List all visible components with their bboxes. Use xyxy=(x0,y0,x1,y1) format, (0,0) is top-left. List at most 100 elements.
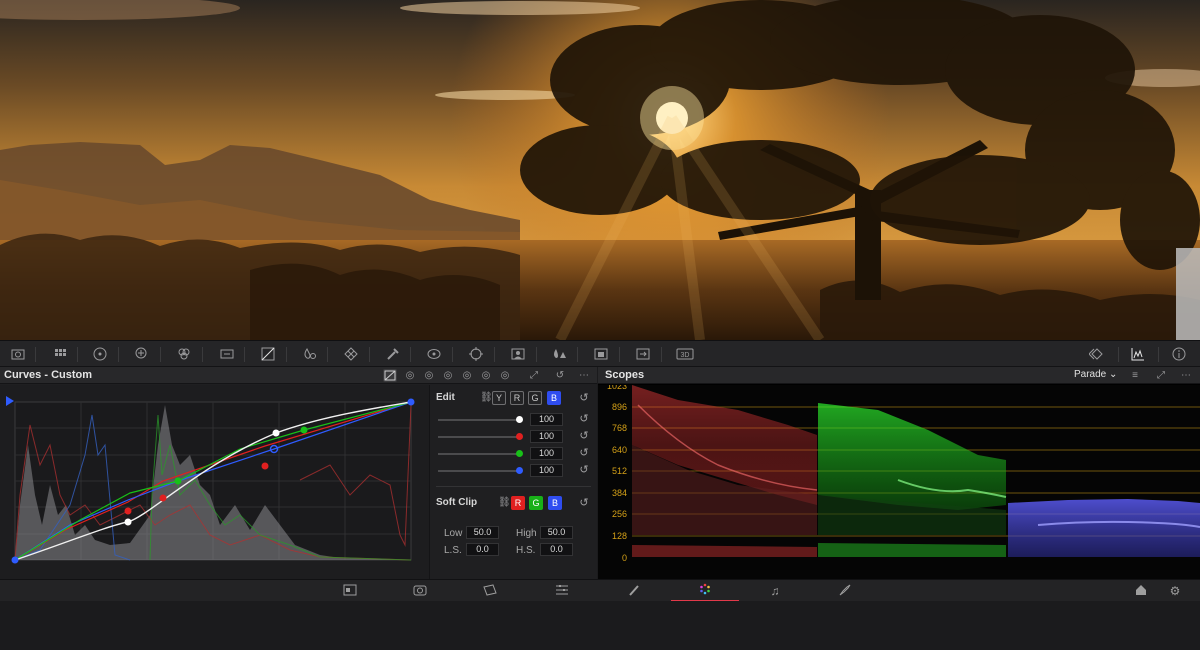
link-icon[interactable]: ⛓ xyxy=(480,392,493,404)
soft-clip-link-icon[interactable]: ⛓ xyxy=(498,497,511,509)
hs-field[interactable]: 0.0 xyxy=(540,543,573,556)
r-intensity-slider[interactable] xyxy=(438,436,522,438)
window-icon[interactable] xyxy=(426,346,442,362)
scope-mode-dropdown[interactable]: Parade ⌄ xyxy=(1074,369,1117,380)
curve-editor[interactable] xyxy=(0,385,430,579)
r-intensity-field[interactable]: 100 xyxy=(530,430,563,443)
qualifier-icon[interactable] xyxy=(343,346,359,362)
reset-y-icon[interactable]: ↺ xyxy=(578,413,590,425)
g-intensity-slider[interactable] xyxy=(438,453,522,455)
blur-icon[interactable] xyxy=(551,346,567,362)
scopes-header: Scopes Parade ⌄ ≡ ⤢ ⋯ xyxy=(598,367,1200,384)
y-slider-knob[interactable] xyxy=(516,416,523,423)
hue-vs-sat-icon[interactable]: ◎ xyxy=(422,369,436,382)
color-page-icon xyxy=(698,582,712,599)
ls-field[interactable]: 0.0 xyxy=(466,543,499,556)
fusion-page-button[interactable] xyxy=(600,580,668,602)
hue-vs-hue-icon[interactable]: ◎ xyxy=(403,369,417,382)
fairlight-page-button[interactable]: ♫ xyxy=(741,580,809,602)
color-warper-icon[interactable] xyxy=(301,346,317,362)
b-slider-knob[interactable] xyxy=(516,467,523,474)
high-label: High xyxy=(516,528,537,539)
edit-label: Edit xyxy=(436,392,455,403)
svg-text:3D: 3D xyxy=(681,352,690,359)
sat-vs-sat-icon[interactable]: ◎ xyxy=(479,369,493,382)
sizing-icon[interactable] xyxy=(635,346,651,362)
hue-vs-lum-icon[interactable]: ◎ xyxy=(441,369,455,382)
scope-settings-icon[interactable]: ≡ xyxy=(1128,369,1142,382)
channel-b-button[interactable]: B xyxy=(547,391,561,405)
scale-label-256: 256 xyxy=(612,509,627,519)
cut-page-icon xyxy=(413,583,427,600)
channel-g-button[interactable]: G xyxy=(528,391,542,405)
edit-page-icon xyxy=(483,583,497,600)
curves-edit-area: Edit ⛓ Y R G B ↺ 100 ↺ 100 ↺ 100 ↺ 100 ↺… xyxy=(430,385,597,579)
fusion-brush-icon xyxy=(627,583,641,600)
b-intensity-field[interactable]: 100 xyxy=(530,464,563,477)
scale-label-896: 896 xyxy=(612,402,627,412)
hdr-wheels-icon[interactable] xyxy=(134,346,150,362)
fairlight-mixer-button[interactable] xyxy=(528,580,596,602)
settings-button[interactable]: ⚙ xyxy=(1140,580,1200,602)
3d-icon[interactable]: 3D xyxy=(676,346,694,362)
info-icon[interactable] xyxy=(1171,346,1187,362)
primaries-wheels-icon[interactable] xyxy=(92,346,108,362)
sat-vs-lum-icon[interactable]: ◎ xyxy=(498,369,512,382)
low-label: Low xyxy=(444,528,463,539)
channel-y-button[interactable]: Y xyxy=(492,391,506,405)
color-toolbar: 3D xyxy=(0,340,1200,367)
motion-effects-icon[interactable] xyxy=(219,346,235,362)
r-slider-knob[interactable] xyxy=(516,433,523,440)
edit-page-button[interactable] xyxy=(456,580,524,602)
scopes-icon[interactable] xyxy=(1130,346,1146,362)
magic-mask-icon[interactable] xyxy=(510,346,526,362)
reset-r-icon[interactable]: ↺ xyxy=(578,430,590,442)
y-intensity-slider[interactable] xyxy=(438,419,522,421)
soft-clip-r-button[interactable]: R xyxy=(511,496,525,510)
scope-expand-icon[interactable]: ⤢ xyxy=(1154,369,1168,382)
deliver-page-button[interactable] xyxy=(811,580,879,602)
eyedropper-icon[interactable] xyxy=(385,346,401,362)
scale-label-0: 0 xyxy=(622,553,627,563)
rgb-mixer-icon[interactable] xyxy=(176,346,192,362)
key-icon[interactable] xyxy=(593,346,609,362)
color-page-button[interactable] xyxy=(671,580,739,602)
soft-clip-g-button[interactable]: G xyxy=(529,496,543,510)
divider xyxy=(436,486,591,487)
more-options-icon[interactable]: ⋯ xyxy=(577,369,591,382)
lum-vs-sat-icon[interactable]: ◎ xyxy=(460,369,474,382)
g-intensity-field[interactable]: 100 xyxy=(530,447,563,460)
y-intensity-field[interactable]: 100 xyxy=(530,413,563,426)
media-page-icon xyxy=(343,583,357,600)
curves-panel: Curves - Custom ◎ ◎ ◎ ◎ ◎ ◎ ⤢ ↺ ⋯ Edit ⛓… xyxy=(0,367,597,579)
soft-clip-label: Soft Clip xyxy=(436,497,478,508)
hs-label: H.S. xyxy=(516,545,536,556)
keyframes-icon[interactable] xyxy=(1089,346,1105,362)
reset-b-icon[interactable]: ↺ xyxy=(578,464,590,476)
high-field[interactable]: 50.0 xyxy=(540,526,573,539)
media-page-button[interactable] xyxy=(316,580,384,602)
parade-scope: 1023 896 768 640 512 384 256 128 0 xyxy=(598,381,1200,579)
cut-page-button[interactable] xyxy=(386,580,454,602)
reset-curves-icon[interactable]: ↺ xyxy=(553,369,567,382)
curves-icon[interactable] xyxy=(260,346,276,362)
expand-icon[interactable]: ⤢ xyxy=(527,369,541,382)
g-slider-knob[interactable] xyxy=(516,450,523,457)
reset-soft-clip-icon[interactable]: ↺ xyxy=(578,497,590,509)
scope-more-icon[interactable]: ⋯ xyxy=(1179,369,1193,382)
channel-r-button[interactable]: R xyxy=(510,391,524,405)
reset-g-icon[interactable]: ↺ xyxy=(578,447,590,459)
tracker-icon[interactable] xyxy=(468,346,484,362)
reset-edit-icon[interactable]: ↺ xyxy=(578,392,590,404)
low-field[interactable]: 50.0 xyxy=(466,526,499,539)
curves-title: Curves - Custom xyxy=(4,369,93,381)
deliver-page-icon xyxy=(838,583,852,600)
viewer-image xyxy=(0,0,1200,340)
color-match-icon[interactable] xyxy=(52,346,68,362)
ls-label: L.S. xyxy=(444,545,462,556)
camera-raw-icon[interactable] xyxy=(10,346,26,362)
custom-curve-mode-icon[interactable] xyxy=(383,369,397,382)
b-intensity-slider[interactable] xyxy=(438,470,522,472)
settings-icon: ⚙ xyxy=(1169,584,1181,598)
soft-clip-b-button[interactable]: B xyxy=(548,496,562,510)
